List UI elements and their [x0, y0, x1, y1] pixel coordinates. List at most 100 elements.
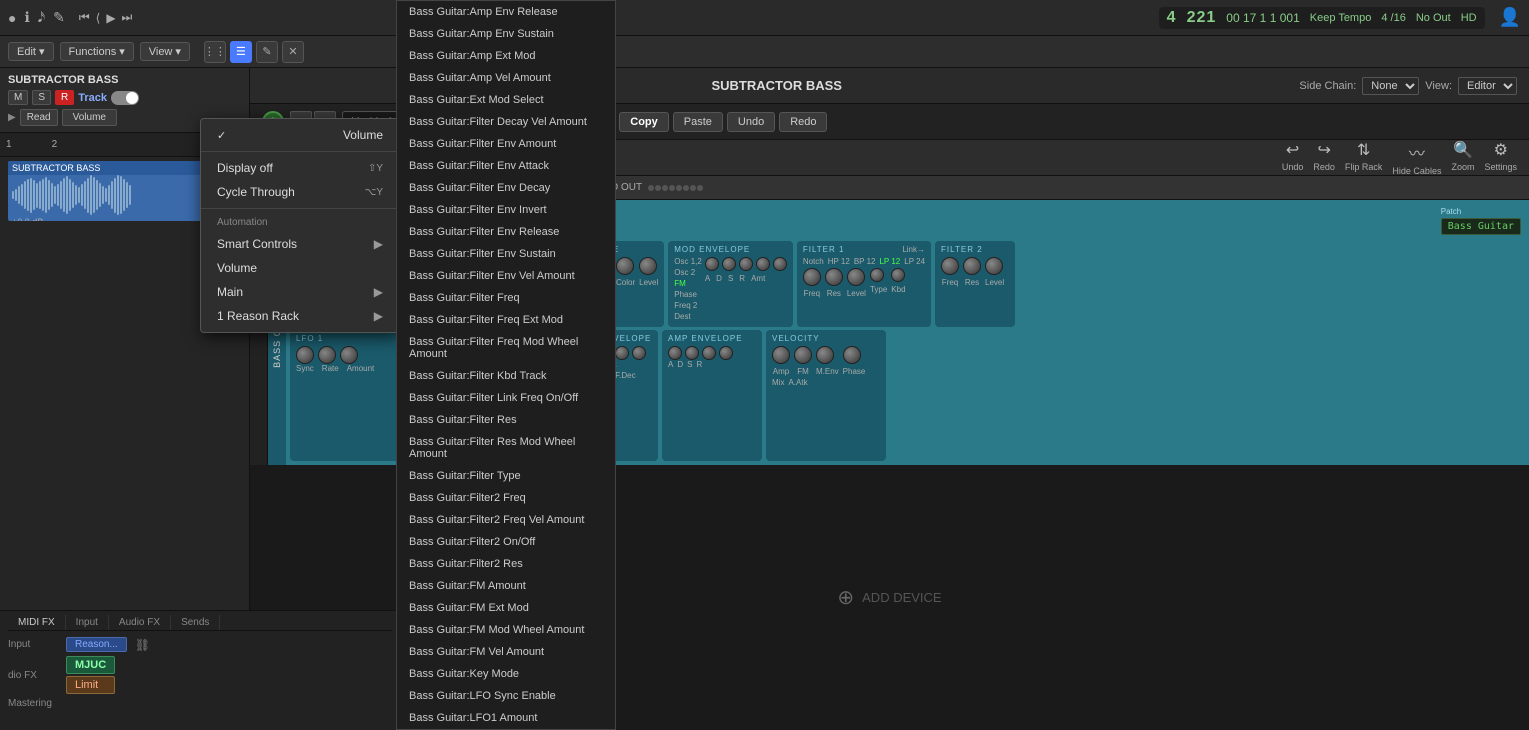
pen-icon[interactable]: ✎ — [256, 41, 278, 63]
noise-color-knob[interactable] — [616, 257, 634, 275]
noise-level-knob[interactable] — [639, 257, 657, 275]
filter1-type-knob[interactable] — [870, 268, 884, 282]
undo-rack-btn[interactable]: ↩ Undo — [1282, 140, 1304, 176]
tab-audio-fx[interactable]: Audio FX — [109, 615, 171, 630]
list-item[interactable]: Bass Guitar:Filter Env Sustain — [397, 243, 615, 265]
tab-midi-fx[interactable]: MIDI FX — [8, 615, 66, 630]
list-item[interactable]: Bass Guitar:Filter Env Attack — [397, 155, 615, 177]
list-item[interactable]: Bass Guitar:Key Mode — [397, 663, 615, 685]
list-item[interactable]: Bass Guitar:Ext Mod Select — [397, 89, 615, 111]
read-btn[interactable]: Read — [20, 109, 58, 126]
functions-menu-btn[interactable]: Functions ▾ — [60, 42, 134, 61]
list-item[interactable]: Bass Guitar:Filter2 Freq — [397, 487, 615, 509]
list-item[interactable]: Bass Guitar:Filter2 On/Off — [397, 531, 615, 553]
reason-input-btn[interactable]: Reason... — [66, 637, 127, 652]
filter1-res-knob[interactable] — [825, 268, 843, 286]
track-toggle[interactable] — [111, 91, 139, 105]
list-item[interactable]: Bass Guitar:Amp Ext Mod — [397, 45, 615, 67]
zoom-btn[interactable]: 🔍 Zoom — [1451, 140, 1474, 176]
paste-btn[interactable]: Paste — [673, 112, 723, 132]
lfo1-amount-knob[interactable] — [340, 346, 358, 364]
hide-cables-btn[interactable]: 〰 Hide Cables — [1392, 140, 1441, 176]
menu-smart-controls[interactable]: Smart Controls ▶ — [201, 232, 399, 256]
copy-btn[interactable]: Copy — [619, 112, 669, 132]
list-item[interactable]: Bass Guitar:Filter Type — [397, 465, 615, 487]
close-icon[interactable]: ✕ — [282, 41, 304, 63]
list-icon[interactable]: ☰ — [230, 41, 252, 63]
undo-preset-btn[interactable]: Undo — [727, 112, 775, 132]
menu-volume[interactable]: Volume — [201, 123, 399, 147]
filter2-freq-knob[interactable] — [941, 257, 959, 275]
prev-icon[interactable]: ⟨ — [96, 11, 101, 25]
filter1-freq-knob[interactable] — [803, 268, 821, 286]
list-item[interactable]: Bass Guitar:Filter Res Mod Wheel Amount — [397, 431, 615, 465]
aenv-a-knob[interactable] — [668, 346, 682, 360]
fenv-amt-knob[interactable] — [632, 346, 646, 360]
menu-display-off[interactable]: Display off ⇧Y — [201, 156, 399, 180]
grid-icon[interactable]: ⋮⋮ — [204, 41, 226, 63]
view-menu-btn[interactable]: View ▾ — [140, 42, 190, 61]
limit-btn[interactable]: Limit — [66, 676, 115, 694]
list-item[interactable]: Bass Guitar:FM Vel Amount — [397, 641, 615, 663]
vel-amp-knob[interactable] — [772, 346, 790, 364]
vel-fm-knob[interactable] — [794, 346, 812, 364]
list-item[interactable]: Bass Guitar:Amp Env Release — [397, 1, 615, 23]
list-item[interactable]: Bass Guitar:Filter2 Res — [397, 553, 615, 575]
list-item[interactable]: Bass Guitar:Filter Env Vel Amount — [397, 265, 615, 287]
mod-env-s-knob[interactable] — [739, 257, 753, 271]
list-item[interactable]: Bass Guitar:Filter Link Freq On/Off — [397, 387, 615, 409]
vel-menv-knob[interactable] — [816, 346, 834, 364]
mod-env-amt-knob[interactable] — [773, 257, 787, 271]
list-item[interactable]: Bass Guitar:Filter Freq Ext Mod — [397, 309, 615, 331]
flip-rack-btn[interactable]: ⇅ Flip Rack — [1345, 140, 1383, 176]
list-item[interactable]: Bass Guitar:Filter Freq — [397, 287, 615, 309]
filter2-level-knob[interactable] — [985, 257, 1003, 275]
list-item[interactable]: Bass Guitar:LFO1 Amount — [397, 707, 615, 729]
menu-main[interactable]: Main ▶ — [201, 280, 399, 304]
filter1-level-knob[interactable] — [847, 268, 865, 286]
mod-env-r-knob[interactable] — [756, 257, 770, 271]
fast-forward-icon[interactable]: ⏭ — [122, 10, 133, 25]
mjuc-btn[interactable]: MJUC — [66, 656, 115, 674]
vel-phase-knob[interactable] — [843, 346, 861, 364]
list-item[interactable]: Bass Guitar:Filter Res — [397, 409, 615, 431]
redo-rack-btn[interactable]: ↪ Redo — [1313, 140, 1335, 176]
list-item[interactable]: Bass Guitar:FM Mod Wheel Amount — [397, 619, 615, 641]
list-item[interactable]: Bass Guitar:Amp Env Sustain — [397, 23, 615, 45]
lfo1-sync-knob[interactable] — [296, 346, 314, 364]
edit-menu-btn[interactable]: Edit ▾ — [8, 42, 54, 61]
record-btn[interactable]: R — [55, 90, 74, 105]
view-select[interactable]: Editor — [1458, 77, 1517, 95]
rewind-icon[interactable]: ⏮ — [79, 10, 90, 25]
list-item[interactable]: Bass Guitar:Filter Env Invert — [397, 199, 615, 221]
solo-btn[interactable]: S — [32, 90, 51, 105]
side-chain-select[interactable]: None — [1362, 77, 1419, 95]
tab-sends[interactable]: Sends — [171, 615, 220, 630]
list-item[interactable]: Bass Guitar:Filter Decay Vel Amount — [397, 111, 615, 133]
list-item[interactable]: Bass Guitar:LFO Sync Enable — [397, 685, 615, 707]
list-item[interactable]: Bass Guitar:Amp Vel Amount — [397, 67, 615, 89]
menu-reason-rack[interactable]: 1 Reason Rack ▶ — [201, 304, 399, 328]
redo-preset-btn[interactable]: Redo — [779, 112, 827, 132]
volume-btn[interactable]: Volume — [62, 109, 117, 126]
list-item[interactable]: Bass Guitar:Filter Env Release — [397, 221, 615, 243]
tab-input[interactable]: Input — [66, 615, 109, 630]
aenv-r-knob[interactable] — [719, 346, 733, 360]
aenv-d-knob[interactable] — [685, 346, 699, 360]
menu-volume-item[interactable]: Volume — [201, 256, 399, 280]
list-item[interactable]: Bass Guitar:FM Ext Mod — [397, 597, 615, 619]
mod-env-d-knob[interactable] — [722, 257, 736, 271]
list-item[interactable]: Bass Guitar:FM Amount — [397, 575, 615, 597]
filter2-res-knob[interactable] — [963, 257, 981, 275]
user-icon[interactable]: 👤 — [1499, 7, 1521, 28]
lfo1-rate-knob[interactable] — [318, 346, 336, 364]
filter1-kbd-knob[interactable] — [891, 268, 905, 282]
list-item[interactable]: Bass Guitar:Filter Freq Mod Wheel Amount — [397, 331, 615, 365]
mod-env-a-knob[interactable] — [705, 257, 719, 271]
fenv-r-knob[interactable] — [615, 346, 629, 360]
list-item[interactable]: Bass Guitar:Filter2 Freq Vel Amount — [397, 509, 615, 531]
aenv-s-knob[interactable] — [702, 346, 716, 360]
mute-btn[interactable]: M — [8, 90, 28, 105]
list-item[interactable]: Bass Guitar:Filter Kbd Track — [397, 365, 615, 387]
play-icon[interactable]: ▶ — [106, 11, 115, 25]
